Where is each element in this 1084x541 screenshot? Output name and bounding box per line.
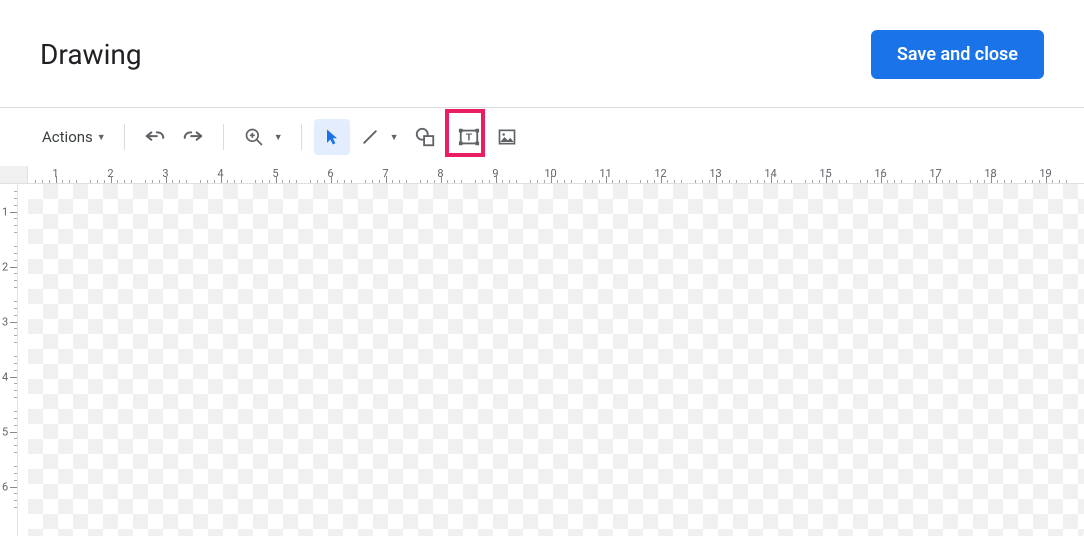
line-tool-button[interactable] [352, 119, 388, 155]
ruler-mark: 3 [138, 166, 193, 183]
horizontal-ruler: 12345678910111213141516171819 [28, 166, 1084, 184]
dropdown-arrow-icon[interactable]: ▼ [390, 132, 399, 143]
ruler-mark: 12 [633, 166, 688, 183]
ruler-mark: 4 [0, 349, 17, 404]
actions-menu[interactable]: Actions ▼ [36, 124, 112, 150]
ruler-mark: 19 [1018, 166, 1073, 183]
ruler-mark: 5 [0, 404, 17, 459]
ruler-mark: 7 [358, 166, 413, 183]
ruler-mark: 6 [0, 459, 17, 514]
ruler-mark: 2 [0, 239, 17, 294]
shape-tool-button[interactable] [407, 119, 443, 155]
cursor-icon [322, 127, 342, 147]
dialog-title: Drawing [40, 38, 142, 71]
undo-button[interactable] [137, 119, 173, 155]
drawing-dialog: Drawing Save and close Actions ▼ ▼ [0, 0, 1084, 541]
zoom-button[interactable] [236, 119, 272, 155]
textbox-icon: T [458, 126, 480, 148]
undo-icon [144, 126, 166, 148]
ruler-mark: 10 [523, 166, 578, 183]
ruler-mark: 18 [963, 166, 1018, 183]
drawing-canvas[interactable] [28, 184, 1084, 536]
ruler-mark: 8 [413, 166, 468, 183]
actions-label: Actions [42, 128, 93, 146]
ruler-mark: 9 [468, 166, 523, 183]
image-icon [497, 127, 517, 147]
ruler-mark: 3 [0, 294, 17, 349]
separator [301, 124, 302, 150]
workspace: 12345678910111213141516171819 123456 [0, 166, 1084, 536]
redo-icon [182, 126, 204, 148]
select-tool-button[interactable] [314, 119, 350, 155]
ruler-mark: 13 [688, 166, 743, 183]
dropdown-arrow-icon[interactable]: ▼ [274, 132, 283, 143]
shape-icon [414, 126, 436, 148]
zoom-icon [244, 127, 264, 147]
ruler-mark: 17 [908, 166, 963, 183]
dropdown-arrow-icon: ▼ [97, 132, 106, 143]
image-tool-button[interactable] [489, 119, 525, 155]
ruler-mark: 16 [853, 166, 908, 183]
ruler-mark: 6 [303, 166, 358, 183]
ruler-mark: 4 [193, 166, 248, 183]
separator [223, 124, 224, 150]
ruler-mark: 14 [743, 166, 798, 183]
separator [124, 124, 125, 150]
ruler-mark: 2 [83, 166, 138, 183]
textbox-tool-button[interactable]: T [451, 119, 487, 155]
ruler-mark: 5 [248, 166, 303, 183]
toolbar: Actions ▼ ▼ ▼ [0, 108, 1084, 166]
vertical-ruler: 123456 [0, 184, 18, 536]
line-icon [360, 127, 380, 147]
ruler-corner [0, 166, 28, 184]
redo-button[interactable] [175, 119, 211, 155]
dialog-header: Drawing Save and close [0, 0, 1084, 108]
ruler-mark: 1 [28, 166, 83, 183]
ruler-mark: 1 [0, 184, 17, 239]
ruler-mark: 11 [578, 166, 633, 183]
save-and-close-button[interactable]: Save and close [871, 30, 1044, 79]
ruler-mark: 15 [798, 166, 853, 183]
svg-text:T: T [465, 133, 472, 144]
